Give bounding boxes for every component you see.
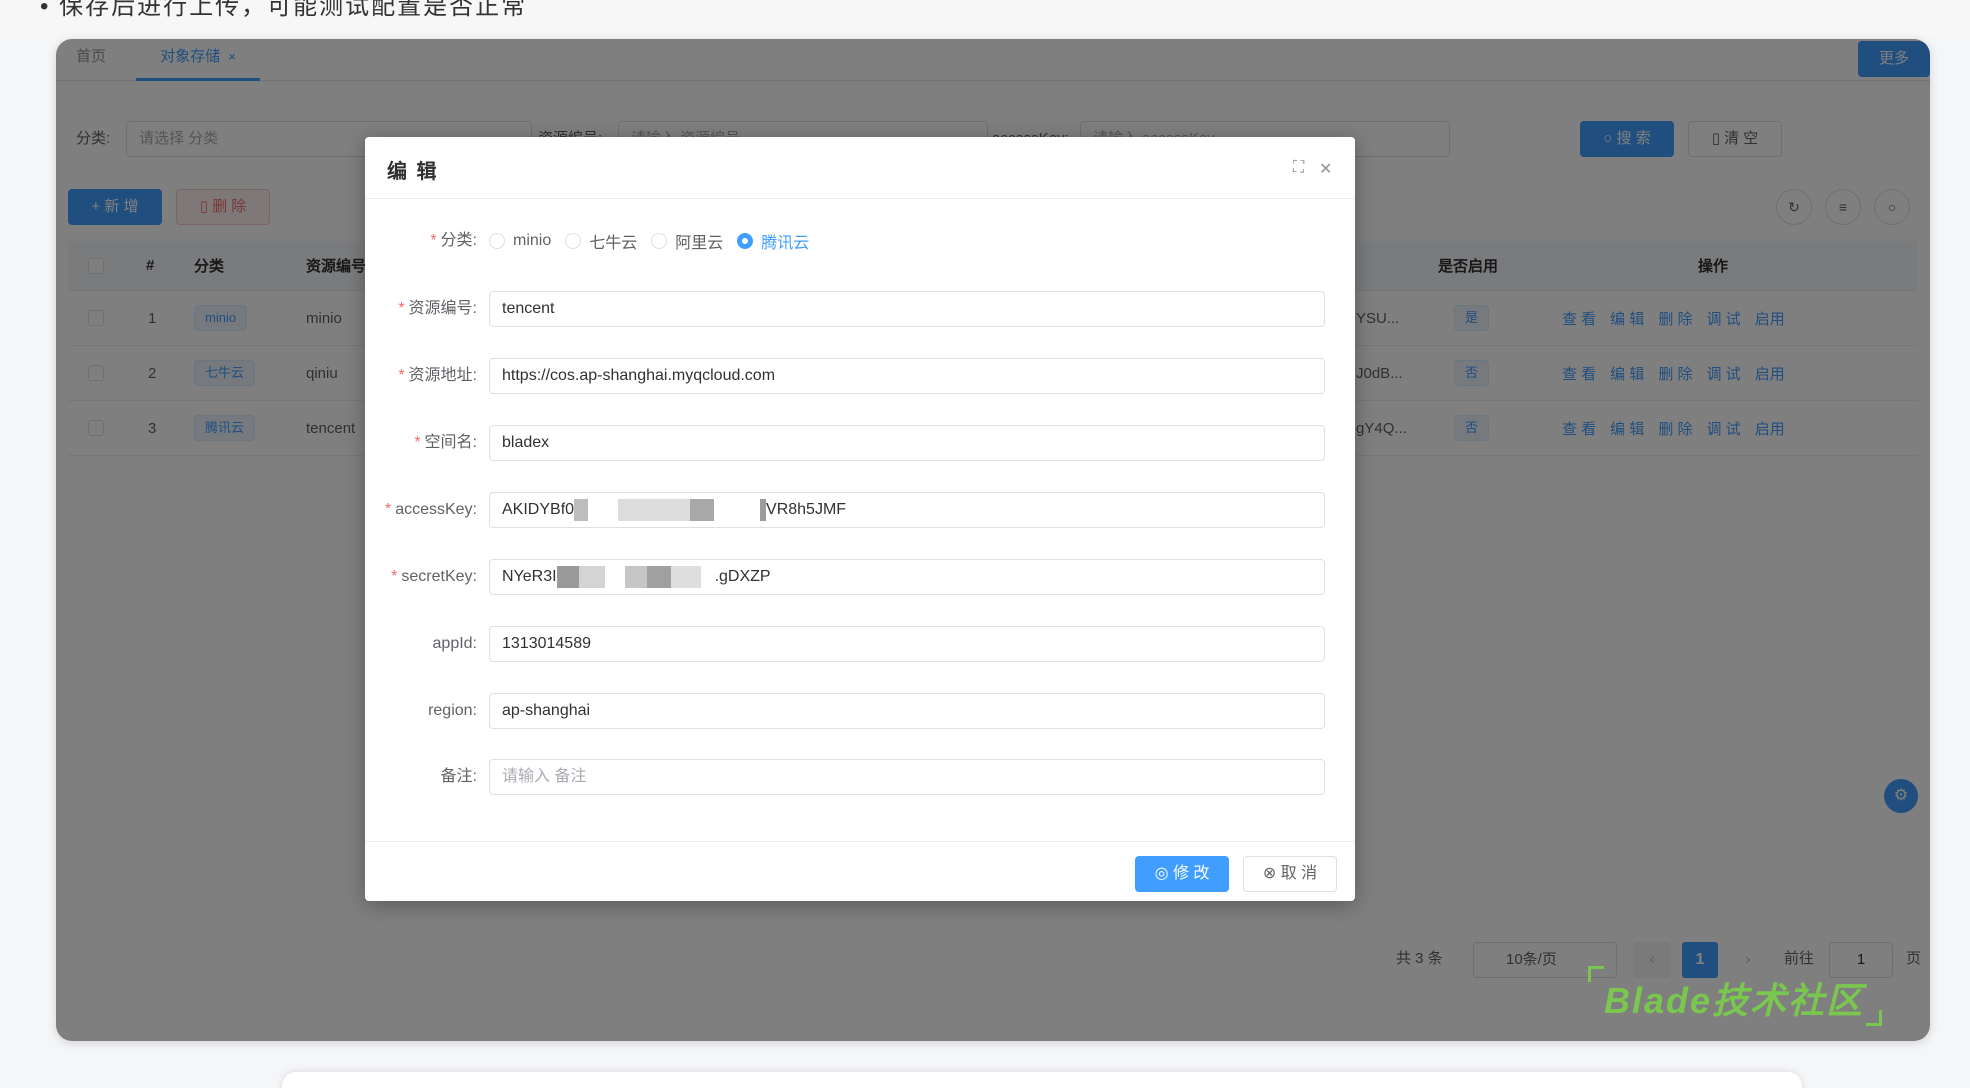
category-field-label: * 分类: xyxy=(430,232,477,249)
watermark-corner xyxy=(1866,1010,1882,1026)
endpoint-field-label: * 资源地址: xyxy=(398,367,477,384)
watermark-corner xyxy=(1588,966,1604,982)
redaction-block xyxy=(646,565,671,588)
redaction-block xyxy=(588,498,619,521)
secretkey-field[interactable]: NYeR3I .gDXZP xyxy=(489,559,1325,595)
appid-field-label: appId: xyxy=(432,635,477,652)
radio-dot xyxy=(489,233,505,249)
radio-dot xyxy=(565,233,582,249)
appid-field[interactable]: 1313014589 xyxy=(489,626,1325,662)
radio-dot xyxy=(737,233,754,249)
redaction-block xyxy=(578,565,605,588)
cancel-button-label: 取 消 xyxy=(1280,865,1318,882)
dialog-title: 编 辑 xyxy=(387,161,439,183)
code-field[interactable]: tencent xyxy=(489,291,1325,327)
radio-qiniu[interactable]: 七牛云 xyxy=(565,229,637,253)
redaction-block xyxy=(624,565,647,588)
region-field-label: region: xyxy=(428,702,477,719)
cut-off-heading: • 保存后进行上传，可能测试配置是否正常 xyxy=(40,0,528,20)
next-card-edge xyxy=(282,1072,1802,1088)
redaction-block xyxy=(556,565,579,588)
fullscreen-icon[interactable]: ⛶ xyxy=(1293,159,1304,177)
code-row: * 资源编号: tencent xyxy=(365,289,1355,329)
submit-button[interactable]: ◎ 修 改 xyxy=(1135,856,1229,892)
cancel-button[interactable]: ⊗ 取 消 xyxy=(1243,856,1337,892)
redaction-block xyxy=(618,498,691,521)
region-row: region: ap-shanghai xyxy=(365,691,1355,731)
redaction-block xyxy=(714,498,761,521)
redaction-block xyxy=(690,498,715,521)
category-radio-group: minio 七牛云 阿里云 腾讯云 xyxy=(489,221,823,261)
bucket-row: * 空间名: bladex xyxy=(365,423,1355,463)
secretkey-row: * secretKey: NYeR3I .gDXZP xyxy=(365,557,1355,597)
edit-dialog: 编 辑 ⛶ ✕ * 分类: minio 七牛云 阿里云 腾讯云 * 资源编号: te… xyxy=(365,137,1355,901)
radio-aliyun[interactable]: 阿里云 xyxy=(651,229,723,253)
dialog-footer: ◎ 修 改 ⊗ 取 消 xyxy=(365,841,1355,901)
appid-row: appId: 1313014589 xyxy=(365,624,1355,664)
accesskey-field[interactable]: AKIDYBf0 VR8h5JMF xyxy=(489,492,1325,528)
remark-field[interactable]: 请输入 备注 xyxy=(489,759,1325,795)
region-field[interactable]: ap-shanghai xyxy=(489,693,1325,729)
accesskey-row: * accessKey: AKIDYBf0 VR8h5JMF xyxy=(365,490,1355,530)
radio-dot xyxy=(651,233,668,249)
submit-button-label: 修 改 xyxy=(1172,865,1210,882)
close-circle-icon: ⊗ xyxy=(1262,865,1281,882)
bucket-field-label: * 空间名: xyxy=(414,434,477,451)
endpoint-row: * 资源地址: https://cos.ap-shanghai.myqcloud.… xyxy=(365,356,1355,396)
remark-row: 备注: 请输入 备注 xyxy=(365,757,1355,797)
radio-minio[interactable]: minio xyxy=(489,232,551,250)
radio-tencent[interactable]: 腾讯云 xyxy=(737,229,809,253)
accesskey-field-label: * accessKey: xyxy=(384,501,477,518)
dialog-header: 编 辑 ⛶ ✕ xyxy=(365,137,1355,199)
watermark-logo: Blade技术社区 xyxy=(1604,980,1865,1021)
redaction-block xyxy=(670,565,701,588)
check-circle-icon: ◎ xyxy=(1154,865,1173,882)
close-icon[interactable]: ✕ xyxy=(1319,159,1332,179)
code-field-label: * 资源编号: xyxy=(398,300,477,317)
secretkey-field-label: * secretKey: xyxy=(391,568,477,585)
top-strip: • 保存后进行上传，可能测试配置是否正常 xyxy=(0,0,1970,36)
endpoint-field[interactable]: https://cos.ap-shanghai.myqcloud.com xyxy=(489,358,1325,394)
bucket-field[interactable]: bladex xyxy=(489,425,1325,461)
category-row: * 分类: minio 七牛云 阿里云 腾讯云 xyxy=(365,221,1355,261)
remark-field-label: 备注: xyxy=(440,768,477,785)
redaction-block xyxy=(700,565,715,588)
redaction-block xyxy=(574,498,589,521)
redaction-block xyxy=(604,565,625,588)
